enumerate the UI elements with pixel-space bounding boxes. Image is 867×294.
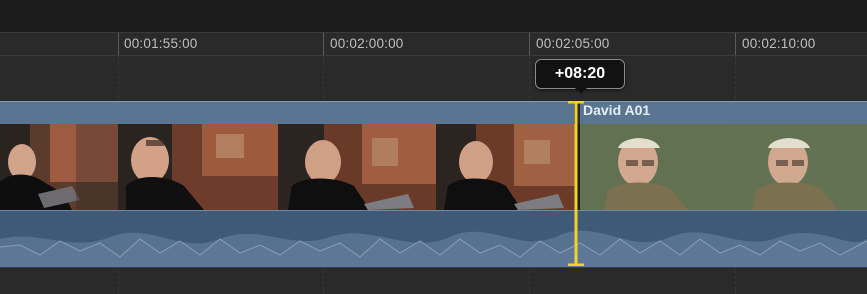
timeline-toolbar xyxy=(0,0,867,33)
trim-edit-bracket[interactable] xyxy=(566,101,586,266)
video-thumbnail xyxy=(728,124,867,210)
ruler-timecode: 00:01:55:00 xyxy=(124,36,198,51)
trim-offset-label: +08:20 xyxy=(554,65,606,82)
ruler-timecode: 00:02:00:00 xyxy=(330,36,404,51)
audio-waveform[interactable] xyxy=(0,210,867,268)
thumbnail-image xyxy=(278,124,436,210)
timeline-ruler[interactable]: 00:01:55:00 00:02:00:00 00:02:05:00 00:0… xyxy=(0,33,867,56)
video-thumbnail xyxy=(580,124,729,210)
waveform-graphic xyxy=(0,211,867,267)
trim-offset-tooltip: +08:20 xyxy=(535,59,625,94)
thumbnail-image xyxy=(0,124,118,210)
video-thumbnail xyxy=(436,124,577,210)
timeline-editor: 00:01:55:00 00:02:00:00 00:02:05:00 00:0… xyxy=(0,0,867,294)
video-thumbnail xyxy=(118,124,279,210)
video-thumbnail xyxy=(0,124,119,210)
video-thumbnail xyxy=(278,124,437,210)
ruler-tick xyxy=(118,33,119,55)
ruler-tick xyxy=(323,33,324,55)
left-clip-header[interactable] xyxy=(0,101,574,124)
ruler-tick xyxy=(529,33,530,55)
ruler-tick xyxy=(735,33,736,55)
ruler-timecode: 00:02:10:00 xyxy=(742,36,816,51)
tooltip-arrow-icon xyxy=(574,87,588,94)
thumbnail-image xyxy=(580,124,728,210)
thumbnail-image xyxy=(118,124,278,210)
ruler-timecode: 00:02:05:00 xyxy=(536,36,610,51)
clip-name: David A01 xyxy=(583,102,651,118)
thumbnail-image xyxy=(728,124,867,210)
thumbnail-image xyxy=(436,124,576,210)
clip-filmstrip[interactable] xyxy=(0,124,867,210)
